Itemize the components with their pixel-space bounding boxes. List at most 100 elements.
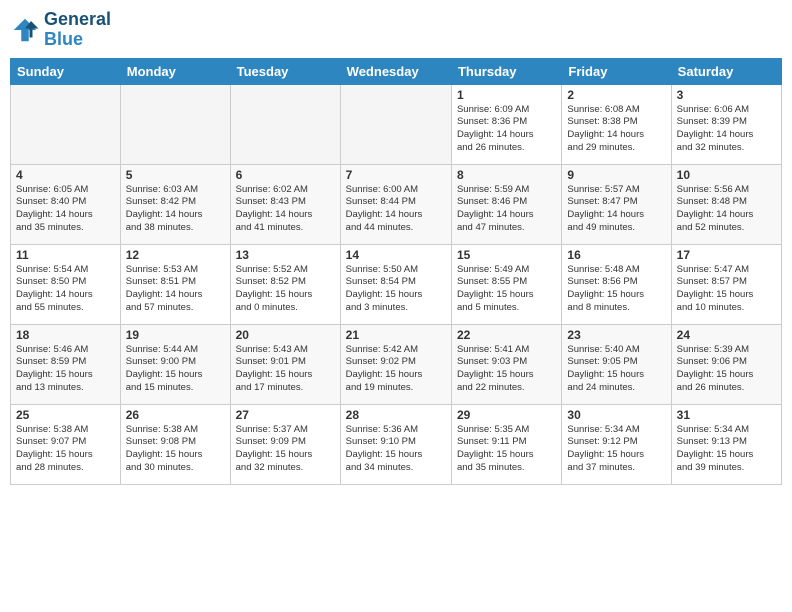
calendar-cell: 25Sunrise: 5:38 AM Sunset: 9:07 PM Dayli…: [11, 404, 121, 484]
day-number: 4: [16, 168, 115, 182]
logo-text: General Blue: [44, 10, 111, 50]
day-number: 23: [567, 328, 665, 342]
calendar-cell: 1 Sunrise: 6:09 AM Sunset: 8:36 PM Daylig…: [451, 84, 561, 164]
logo-icon: [10, 15, 40, 45]
day-number: 8: [457, 168, 556, 182]
calendar-cell: 3Sunrise: 6:06 AM Sunset: 8:39 PM Daylig…: [671, 84, 781, 164]
calendar-cell: 28 Sunrise: 5:36 AM Sunset: 9:10 PM Dayli…: [340, 404, 451, 484]
day-info: Sunrise: 5:47 AM Sunset: 8:57 PM Dayligh…: [677, 264, 776, 315]
day-info: Sunrise: 6:09 AM Sunset: 8:36 PM Dayligh…: [457, 104, 556, 155]
calendar-cell: 14 Sunrise: 5:50 AM Sunset: 8:54 PM Dayli…: [340, 244, 451, 324]
calendar-cell: 15 Sunrise: 5:49 AM Sunset: 8:55 PM Dayli…: [451, 244, 561, 324]
calendar-week-4: 18 Sunrise: 5:46 AM Sunset: 8:59 PM Dayli…: [11, 324, 782, 404]
calendar-cell: 26 Sunrise: 5:38 AM Sunset: 9:08 PM Dayli…: [120, 404, 230, 484]
calendar-cell: [120, 84, 230, 164]
day-info: Sunrise: 5:46 AM Sunset: 8:59 PM Dayligh…: [16, 344, 115, 395]
day-number: 22: [457, 328, 556, 342]
day-number: 24: [677, 328, 776, 342]
day-number: 28: [346, 408, 446, 422]
day-number: 1: [457, 88, 556, 102]
calendar-cell: 27 Sunrise: 5:37 AM Sunset: 9:09 PM Dayli…: [230, 404, 340, 484]
calendar-cell: 7 Sunrise: 6:00 AM Sunset: 8:44 PM Daylig…: [340, 164, 451, 244]
calendar-cell: 12 Sunrise: 5:53 AM Sunset: 8:51 PM Dayli…: [120, 244, 230, 324]
weekday-header-thursday: Thursday: [451, 58, 561, 84]
day-info: Sunrise: 6:06 AM Sunset: 8:39 PM Dayligh…: [677, 104, 776, 155]
calendar-cell: 6 Sunrise: 6:02 AM Sunset: 8:43 PM Daylig…: [230, 164, 340, 244]
calendar-cell: 5 Sunrise: 6:03 AM Sunset: 8:42 PM Daylig…: [120, 164, 230, 244]
calendar-cell: 17Sunrise: 5:47 AM Sunset: 8:57 PM Dayli…: [671, 244, 781, 324]
page-container: General Blue SundayMondayTuesdayWednesda…: [0, 0, 792, 612]
calendar-week-3: 11Sunrise: 5:54 AM Sunset: 8:50 PM Dayli…: [11, 244, 782, 324]
day-info: Sunrise: 6:03 AM Sunset: 8:42 PM Dayligh…: [126, 184, 225, 235]
day-info: Sunrise: 5:36 AM Sunset: 9:10 PM Dayligh…: [346, 424, 446, 475]
calendar-cell: 23Sunrise: 5:40 AM Sunset: 9:05 PM Dayli…: [562, 324, 671, 404]
calendar-cell: 18 Sunrise: 5:46 AM Sunset: 8:59 PM Dayli…: [11, 324, 121, 404]
day-number: 21: [346, 328, 446, 342]
day-info: Sunrise: 5:35 AM Sunset: 9:11 PM Dayligh…: [457, 424, 556, 475]
day-number: 5: [126, 168, 225, 182]
day-info: Sunrise: 5:57 AM Sunset: 8:47 PM Dayligh…: [567, 184, 665, 235]
day-info: Sunrise: 5:53 AM Sunset: 8:51 PM Dayligh…: [126, 264, 225, 315]
day-info: Sunrise: 5:39 AM Sunset: 9:06 PM Dayligh…: [677, 344, 776, 395]
calendar-cell: 24 Sunrise: 5:39 AM Sunset: 9:06 PM Dayli…: [671, 324, 781, 404]
day-info: Sunrise: 5:52 AM Sunset: 8:52 PM Dayligh…: [236, 264, 335, 315]
calendar-cell: [340, 84, 451, 164]
day-number: 2: [567, 88, 665, 102]
day-info: Sunrise: 5:34 AM Sunset: 9:13 PM Dayligh…: [677, 424, 776, 475]
calendar-cell: 20 Sunrise: 5:43 AM Sunset: 9:01 PM Dayli…: [230, 324, 340, 404]
day-number: 13: [236, 248, 335, 262]
calendar-cell: 4 Sunrise: 6:05 AM Sunset: 8:40 PM Daylig…: [11, 164, 121, 244]
weekday-header-friday: Friday: [562, 58, 671, 84]
day-number: 7: [346, 168, 446, 182]
calendar-cell: 2 Sunrise: 6:08 AM Sunset: 8:38 PM Daylig…: [562, 84, 671, 164]
logo: General Blue: [10, 10, 111, 50]
calendar-cell: 22Sunrise: 5:41 AM Sunset: 9:03 PM Dayli…: [451, 324, 561, 404]
day-number: 6: [236, 168, 335, 182]
calendar-cell: 16Sunrise: 5:48 AM Sunset: 8:56 PM Dayli…: [562, 244, 671, 324]
calendar-cell: [11, 84, 121, 164]
day-number: 26: [126, 408, 225, 422]
day-info: Sunrise: 5:34 AM Sunset: 9:12 PM Dayligh…: [567, 424, 665, 475]
day-number: 18: [16, 328, 115, 342]
day-info: Sunrise: 5:50 AM Sunset: 8:54 PM Dayligh…: [346, 264, 446, 315]
day-number: 14: [346, 248, 446, 262]
weekday-header-sunday: Sunday: [11, 58, 121, 84]
weekday-header-tuesday: Tuesday: [230, 58, 340, 84]
day-info: Sunrise: 6:05 AM Sunset: 8:40 PM Dayligh…: [16, 184, 115, 235]
day-number: 11: [16, 248, 115, 262]
calendar-cell: 21 Sunrise: 5:42 AM Sunset: 9:02 PM Dayli…: [340, 324, 451, 404]
calendar-cell: 19Sunrise: 5:44 AM Sunset: 9:00 PM Dayli…: [120, 324, 230, 404]
day-info: Sunrise: 5:37 AM Sunset: 9:09 PM Dayligh…: [236, 424, 335, 475]
calendar-cell: 29Sunrise: 5:35 AM Sunset: 9:11 PM Dayli…: [451, 404, 561, 484]
day-info: Sunrise: 5:48 AM Sunset: 8:56 PM Dayligh…: [567, 264, 665, 315]
day-info: Sunrise: 6:08 AM Sunset: 8:38 PM Dayligh…: [567, 104, 665, 155]
day-number: 10: [677, 168, 776, 182]
day-number: 30: [567, 408, 665, 422]
calendar-cell: 13 Sunrise: 5:52 AM Sunset: 8:52 PM Dayli…: [230, 244, 340, 324]
calendar-cell: 31Sunrise: 5:34 AM Sunset: 9:13 PM Dayli…: [671, 404, 781, 484]
day-info: Sunrise: 6:00 AM Sunset: 8:44 PM Dayligh…: [346, 184, 446, 235]
day-number: 19: [126, 328, 225, 342]
day-info: Sunrise: 5:43 AM Sunset: 9:01 PM Dayligh…: [236, 344, 335, 395]
calendar-cell: [230, 84, 340, 164]
calendar-week-5: 25Sunrise: 5:38 AM Sunset: 9:07 PM Dayli…: [11, 404, 782, 484]
calendar-cell: 10 Sunrise: 5:56 AM Sunset: 8:48 PM Dayli…: [671, 164, 781, 244]
day-number: 9: [567, 168, 665, 182]
day-info: Sunrise: 5:56 AM Sunset: 8:48 PM Dayligh…: [677, 184, 776, 235]
calendar-cell: 30 Sunrise: 5:34 AM Sunset: 9:12 PM Dayli…: [562, 404, 671, 484]
day-info: Sunrise: 5:49 AM Sunset: 8:55 PM Dayligh…: [457, 264, 556, 315]
header: General Blue: [10, 10, 782, 50]
day-info: Sunrise: 5:42 AM Sunset: 9:02 PM Dayligh…: [346, 344, 446, 395]
day-info: Sunrise: 5:38 AM Sunset: 9:08 PM Dayligh…: [126, 424, 225, 475]
calendar: SundayMondayTuesdayWednesdayThursdayFrid…: [10, 58, 782, 485]
day-number: 12: [126, 248, 225, 262]
weekday-header-saturday: Saturday: [671, 58, 781, 84]
day-info: Sunrise: 6:02 AM Sunset: 8:43 PM Dayligh…: [236, 184, 335, 235]
calendar-header-row: SundayMondayTuesdayWednesdayThursdayFrid…: [11, 58, 782, 84]
day-number: 27: [236, 408, 335, 422]
calendar-cell: 9 Sunrise: 5:57 AM Sunset: 8:47 PM Daylig…: [562, 164, 671, 244]
day-number: 20: [236, 328, 335, 342]
day-number: 15: [457, 248, 556, 262]
calendar-week-2: 4 Sunrise: 6:05 AM Sunset: 8:40 PM Daylig…: [11, 164, 782, 244]
weekday-header-wednesday: Wednesday: [340, 58, 451, 84]
